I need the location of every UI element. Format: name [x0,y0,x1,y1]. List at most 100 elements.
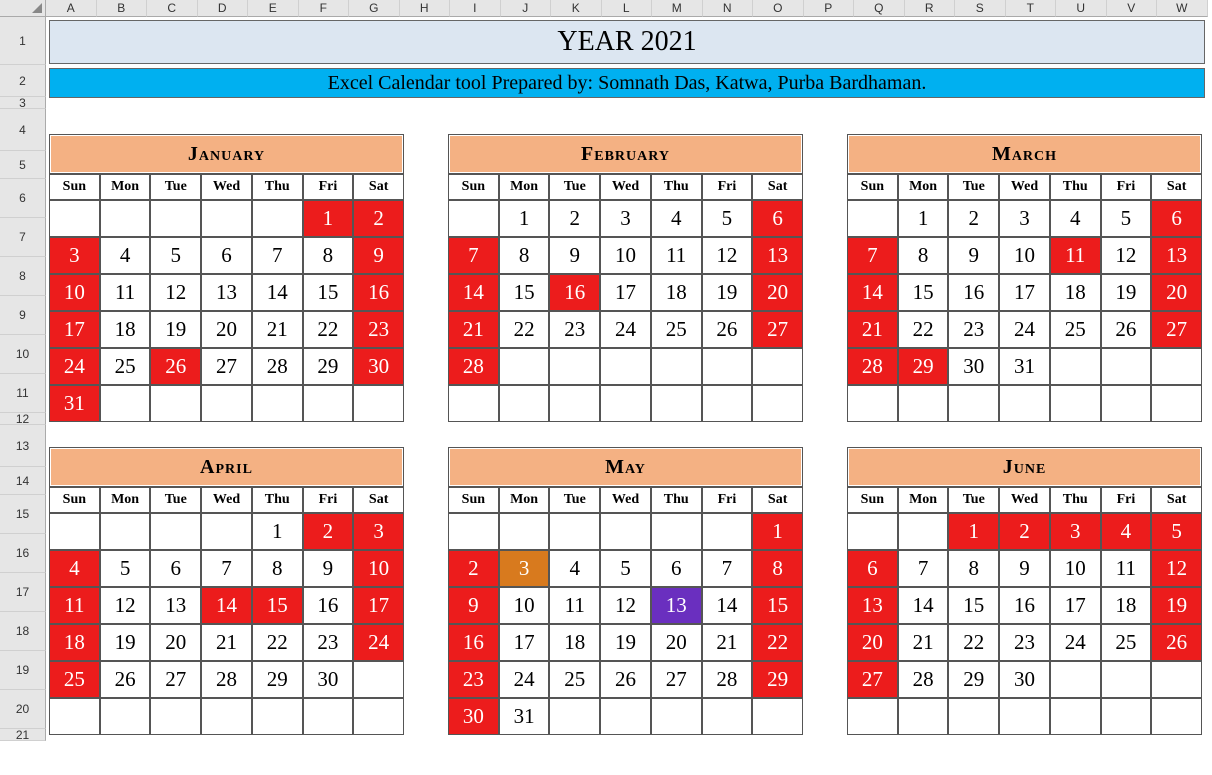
day-cell[interactable] [252,698,303,735]
day-cell[interactable]: 19 [600,624,651,661]
day-cell[interactable] [898,698,949,735]
day-cell[interactable]: 23 [353,311,404,348]
day-cell[interactable]: 25 [651,311,702,348]
row-header[interactable]: 12 [0,413,46,425]
day-cell[interactable]: 8 [948,550,999,587]
day-cell[interactable] [252,200,303,237]
day-cell[interactable] [1151,348,1202,385]
day-cell[interactable]: 30 [999,661,1050,698]
row-header[interactable]: 5 [0,151,46,179]
column-header[interactable]: E [248,0,299,17]
day-cell[interactable] [150,200,201,237]
day-cell[interactable] [1101,661,1152,698]
column-header[interactable]: A [46,0,97,17]
day-cell[interactable]: 10 [49,274,100,311]
column-header[interactable]: U [1056,0,1107,17]
day-cell[interactable]: 28 [252,348,303,385]
day-cell[interactable]: 3 [49,237,100,274]
day-cell[interactable] [898,385,949,422]
day-cell[interactable]: 24 [49,348,100,385]
day-cell[interactable] [752,385,803,422]
day-cell[interactable]: 26 [150,348,201,385]
day-cell[interactable]: 14 [898,587,949,624]
day-cell[interactable] [353,698,404,735]
day-cell[interactable]: 18 [1050,274,1101,311]
day-cell[interactable]: 17 [499,624,550,661]
column-header[interactable]: W [1157,0,1208,17]
day-cell[interactable]: 4 [49,550,100,587]
day-cell[interactable]: 2 [549,200,600,237]
day-cell[interactable]: 13 [752,237,803,274]
day-cell[interactable]: 26 [702,311,753,348]
day-cell[interactable]: 10 [999,237,1050,274]
day-cell[interactable]: 5 [150,237,201,274]
day-cell[interactable]: 27 [752,311,803,348]
day-cell[interactable]: 25 [549,661,600,698]
day-cell[interactable] [1151,698,1202,735]
day-cell[interactable]: 18 [1101,587,1152,624]
column-header[interactable]: H [400,0,451,17]
day-cell[interactable]: 12 [1151,550,1202,587]
column-header[interactable]: L [602,0,653,17]
day-cell[interactable]: 28 [847,348,898,385]
day-cell[interactable]: 8 [752,550,803,587]
day-cell[interactable]: 27 [150,661,201,698]
day-cell[interactable]: 5 [702,200,753,237]
day-cell[interactable]: 11 [549,587,600,624]
day-cell[interactable]: 18 [651,274,702,311]
day-cell[interactable]: 3 [499,550,550,587]
day-cell[interactable]: 4 [100,237,151,274]
day-cell[interactable] [150,385,201,422]
day-cell[interactable] [651,385,702,422]
day-cell[interactable]: 20 [651,624,702,661]
column-header[interactable]: C [147,0,198,17]
day-cell[interactable]: 28 [201,661,252,698]
day-cell[interactable] [201,385,252,422]
day-cell[interactable]: 14 [252,274,303,311]
day-cell[interactable]: 12 [702,237,753,274]
column-header[interactable]: R [905,0,956,17]
day-cell[interactable]: 6 [847,550,898,587]
day-cell[interactable] [948,698,999,735]
day-cell[interactable]: 12 [150,274,201,311]
day-cell[interactable]: 15 [252,587,303,624]
day-cell[interactable]: 26 [1151,624,1202,661]
day-cell[interactable] [201,698,252,735]
day-cell[interactable]: 29 [948,661,999,698]
day-cell[interactable] [353,661,404,698]
day-cell[interactable]: 14 [847,274,898,311]
day-cell[interactable]: 29 [898,348,949,385]
day-cell[interactable]: 12 [100,587,151,624]
day-cell[interactable] [600,385,651,422]
day-cell[interactable] [201,513,252,550]
day-cell[interactable] [651,513,702,550]
day-cell[interactable] [303,385,354,422]
day-cell[interactable]: 21 [847,311,898,348]
day-cell[interactable]: 22 [499,311,550,348]
day-cell[interactable]: 13 [1151,237,1202,274]
day-cell[interactable]: 25 [49,661,100,698]
day-cell[interactable]: 5 [1101,200,1152,237]
day-cell[interactable]: 6 [752,200,803,237]
day-cell[interactable]: 26 [100,661,151,698]
day-cell[interactable]: 21 [201,624,252,661]
day-cell[interactable] [600,698,651,735]
day-cell[interactable]: 22 [252,624,303,661]
day-cell[interactable]: 6 [150,550,201,587]
day-cell[interactable]: 21 [252,311,303,348]
column-header[interactable]: P [804,0,855,17]
day-cell[interactable] [448,513,499,550]
day-cell[interactable]: 17 [600,274,651,311]
day-cell[interactable]: 20 [1151,274,1202,311]
day-cell[interactable]: 1 [303,200,354,237]
row-header[interactable]: 18 [0,612,46,651]
day-cell[interactable] [100,513,151,550]
day-cell[interactable]: 3 [353,513,404,550]
day-cell[interactable]: 27 [1151,311,1202,348]
day-cell[interactable] [49,513,100,550]
column-header[interactable]: V [1107,0,1158,17]
row-header[interactable]: 8 [0,257,46,296]
column-header[interactable]: K [551,0,602,17]
day-cell[interactable]: 16 [948,274,999,311]
day-cell[interactable]: 13 [201,274,252,311]
